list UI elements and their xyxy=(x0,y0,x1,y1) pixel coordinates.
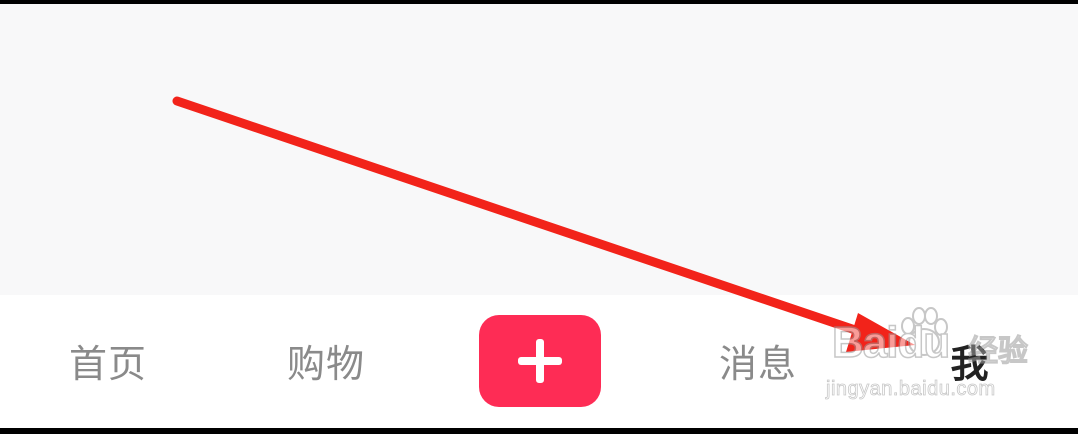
plus-icon xyxy=(516,337,564,385)
tab-home[interactable]: 首页 xyxy=(58,335,158,386)
app-screen: 首页 购物 消息 我 xyxy=(0,4,1078,428)
add-button[interactable] xyxy=(479,315,601,407)
content-area xyxy=(0,4,1078,295)
tab-shopping[interactable]: 购物 xyxy=(276,335,376,386)
screenshot-frame: 首页 购物 消息 我 Baidu 经验 jingyan.baidu.com xyxy=(0,0,1078,434)
tab-me[interactable]: 我 xyxy=(940,335,1000,386)
bottom-tab-bar: 首页 购物 消息 我 xyxy=(0,295,1078,428)
tab-messages[interactable]: 消息 xyxy=(708,335,808,386)
